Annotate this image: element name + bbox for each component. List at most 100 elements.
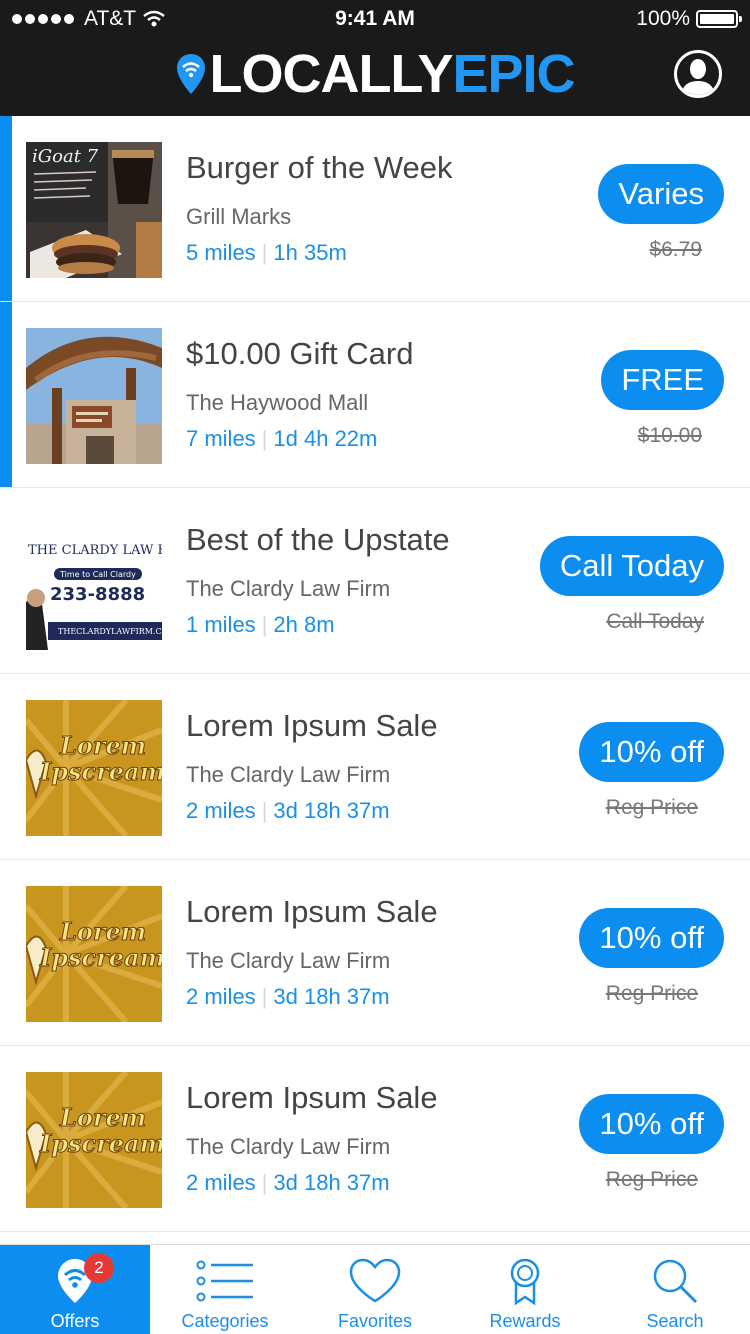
offer-row[interactable]: Lorem Ipscream Lorem Ipsum Sale The Clar… [0,1046,750,1232]
offer-thumbnail [26,328,162,464]
heart-icon [349,1258,401,1303]
offer-row[interactable]: iGoat 7 Burger of the Week Grill Marks 5… [0,116,750,302]
law-firm-ad: THE CLARDY LAW FI Time to Call Clardy 23… [26,514,162,650]
offer-merchant: The Clardy Law Firm [186,576,391,601]
battery-group: 100% [636,7,742,31]
logo-pin-icon [177,54,206,94]
tab-label: Search [646,1311,704,1331]
offer-price-button[interactable]: Varies [598,164,724,224]
svg-text:Lorem: Lorem [59,1103,146,1132]
offer-time-left: 3d 18h 37m [273,798,390,823]
svg-text:Lorem: Lorem [59,731,146,760]
tab-categories[interactable]: Categories [150,1245,300,1334]
svg-text:Time to Call Clardy: Time to Call Clardy [59,570,136,579]
offer-meta: 5 miles | 1h 35m [186,240,347,266]
bottom-tab-bar: 2 Offers Categories Favorites Rewards Se… [0,1244,750,1334]
svg-text:Ipscream: Ipscream [39,943,162,972]
tab-favorites[interactable]: Favorites [300,1245,450,1334]
offer-title: Lorem Ipsum Sale [186,894,438,929]
mall-photo [26,328,162,464]
meta-separator: | [261,426,268,451]
tab-label: Rewards [489,1311,561,1331]
list-icon [196,1260,253,1302]
profile-button[interactable] [674,50,722,98]
meta-separator: | [261,798,268,823]
offer-time-left: 1d 4h 22m [273,426,378,451]
offer-distance: 1 miles [186,612,256,637]
offer-price-button[interactable]: 10% off [579,722,724,782]
user-icon [681,59,715,95]
offer-row[interactable]: $10.00 Gift Card The Haywood Mall 7 mile… [0,302,750,488]
app-header: AT&T 9:41 AM 100% LOCALLY EPIC [0,0,750,116]
offer-merchant: The Clardy Law Firm [186,1134,391,1159]
tab-rewards[interactable]: Rewards [450,1245,600,1334]
offer-meta: 2 miles | 3d 18h 37m [186,984,390,1010]
offer-merchant: Grill Marks [186,204,292,229]
offer-distance: 5 miles [186,240,256,265]
battery-percent: 100% [636,7,690,30]
offer-original-price: Reg Price [605,982,698,1005]
offer-merchant: The Haywood Mall [186,390,369,415]
burger-photo: iGoat 7 [26,142,162,278]
offer-meta: 2 miles | 3d 18h 37m [186,1170,390,1196]
offer-price-button[interactable]: 10% off [579,908,724,968]
meta-separator: | [261,1170,268,1195]
offer-price-button[interactable]: Call Today [539,536,724,596]
tab-label: Offers [50,1311,100,1331]
offer-original-price: Call Today [606,610,704,633]
svg-text:THE CLARDY LAW FI: THE CLARDY LAW FI [28,543,162,558]
offer-distance: 2 miles [186,984,256,1009]
svg-text:Lorem: Lorem [59,917,146,946]
offer-price-button[interactable]: FREE [601,350,724,410]
offer-row[interactable]: THE CLARDY LAW FI Time to Call Clardy 23… [0,488,750,674]
offer-original-price: Reg Price [605,1168,698,1191]
battery-icon [696,10,742,28]
tab-label: Favorites [337,1311,413,1331]
offer-time-left: 1h 35m [273,240,347,265]
tab-search[interactable]: Search [600,1245,750,1334]
offer-thumbnail: Lorem Ipscream [26,700,162,836]
offer-thumbnail: THE CLARDY LAW FI Time to Call Clardy 23… [26,514,162,650]
offer-row[interactable]: Lorem Ipscream Lorem Ipsum Sale The Clar… [0,674,750,860]
notification-badge: 2 [84,1253,114,1283]
logo-text-epic: EPIC [452,44,575,104]
search-icon [653,1259,698,1304]
offer-merchant: The Clardy Law Firm [186,948,391,973]
svg-text:Ipscream: Ipscream [39,757,162,786]
offer-distance: 7 miles [186,426,256,451]
offer-title: Best of the Upstate [186,522,450,557]
offer-meta: 7 miles | 1d 4h 22m [186,426,377,452]
svg-text:233-8888: 233-8888 [50,584,145,605]
logo-text-locally: LOCALLY [209,44,453,104]
offer-distance: 2 miles [186,1170,256,1195]
svg-text:THECLARDYLAWFIRM.C: THECLARDYLAWFIRM.C [58,627,162,636]
offers-list: iGoat 7 Burger of the Week Grill Marks 5… [0,116,750,1232]
offer-title: Burger of the Week [186,150,453,185]
offer-time-left: 2h 8m [273,612,335,637]
offer-thumbnail: Lorem Ipscream [26,886,162,1022]
offer-merchant: The Clardy Law Firm [186,762,391,787]
offer-thumbnail: iGoat 7 [26,142,162,278]
offer-original-price: $10.00 [637,424,702,447]
ipscream-logo: Lorem Ipscream [26,700,162,836]
meta-separator: | [261,240,268,265]
offer-title: Lorem Ipsum Sale [186,708,438,743]
offer-meta: 2 miles | 3d 18h 37m [186,798,390,824]
svg-text:iGoat 7: iGoat 7 [32,146,99,167]
offer-meta: 1 miles | 2h 8m [186,612,335,638]
offer-price-button[interactable]: 10% off [579,1094,724,1154]
status-bar: AT&T 9:41 AM 100% [0,0,750,38]
offer-thumbnail: Lorem Ipscream [26,1072,162,1208]
tab-offers[interactable]: 2 Offers [0,1245,150,1334]
meta-separator: | [261,612,268,637]
offer-row[interactable]: Lorem Ipscream Lorem Ipsum Sale The Clar… [0,860,750,1046]
offer-time-left: 3d 18h 37m [273,984,390,1009]
svg-text:Ipscream: Ipscream [39,1129,162,1158]
app-logo: LOCALLY EPIC [0,44,750,104]
offer-original-price: Reg Price [605,796,698,819]
ribbon-icon [510,1258,540,1306]
offer-original-price: $6.79 [649,238,702,261]
offer-title: $10.00 Gift Card [186,336,414,371]
ipscream-logo: Lorem Ipscream [26,1072,162,1208]
offer-time-left: 3d 18h 37m [273,1170,390,1195]
